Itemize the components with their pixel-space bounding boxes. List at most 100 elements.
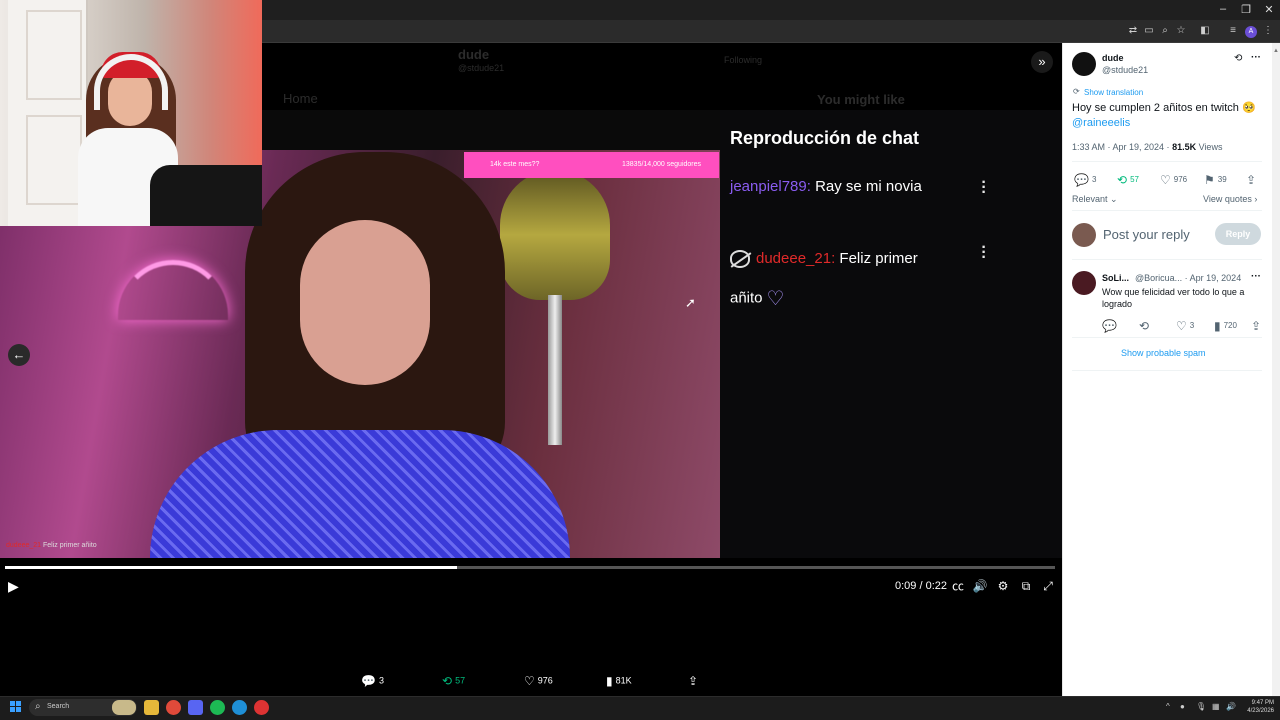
chat-text: Ray se mi novia <box>810 178 922 195</box>
picture-in-picture-icon[interactable]: ⧉ <box>1018 578 1034 594</box>
like-action[interactable]: ♡ 976 <box>1160 173 1187 187</box>
close-window-button[interactable]: ✕ <box>1262 3 1276 16</box>
zoom-icon[interactable]: ⌕ <box>1159 25 1171 37</box>
windows-start-icon[interactable] <box>10 701 22 713</box>
reply-sort-dropdown[interactable]: Relevant ⌄ <box>1072 194 1118 205</box>
reply-author-handle[interactable]: @Boricua... · Apr 19, 2024 <box>1135 273 1241 283</box>
chat-text: Feliz primer <box>835 250 918 267</box>
reply-repost-action[interactable]: ⟲ <box>1139 319 1152 333</box>
chat-message-menu-icon[interactable]: · · · <box>979 175 989 201</box>
maximize-button[interactable]: ❐ <box>1239 3 1253 16</box>
tweet-timestamp[interactable]: 1:33 AM · Apr 19, 2024 · <box>1072 142 1172 152</box>
more-options-icon[interactable]: ··· <box>1251 52 1261 63</box>
show-translation-link[interactable]: Show translation <box>1084 88 1143 97</box>
captions-icon[interactable]: ㏄ <box>950 578 966 594</box>
replies-stat[interactable]: 💬 3 <box>361 674 384 688</box>
share-action[interactable]: ⇪ <box>1246 173 1259 187</box>
repost-action[interactable]: ⟲ 57 <box>1117 173 1139 187</box>
divider <box>1072 370 1262 371</box>
view-quotes-link[interactable]: View quotes › <box>1203 194 1257 204</box>
cast-icon[interactable]: ▭ <box>1143 25 1155 37</box>
views-stat[interactable]: ▮ 81K <box>606 674 632 688</box>
reply-reply-action[interactable]: 💬 <box>1102 319 1120 333</box>
browser-menu-icon[interactable]: ⋮ <box>1262 25 1274 37</box>
chat-username: jeanpiel789: <box>730 178 811 195</box>
share-icon: ⇪ <box>1251 319 1262 333</box>
translate-page-icon[interactable]: ⇄ <box>1127 25 1139 37</box>
video-time: 0:09 / 0:22 <box>895 580 947 592</box>
previous-arrow-icon[interactable]: ← <box>8 344 30 366</box>
file-explorer-icon[interactable] <box>144 700 159 715</box>
reply-icon: 💬 <box>361 674 376 688</box>
chat-message: dudeee_21: Feliz primer <box>730 250 918 269</box>
collapse-panel-icon[interactable]: » <box>1031 51 1053 73</box>
search-highlight-icon[interactable] <box>112 700 136 715</box>
like-count: 976 <box>1173 175 1188 185</box>
heart-hands-emote-icon: ♡ <box>766 288 785 310</box>
reply-author-avatar[interactable] <box>1072 271 1096 295</box>
tray-chevron-icon[interactable]: ^ <box>1166 702 1170 711</box>
author-name[interactable]: dude <box>1102 53 1124 63</box>
reply-action[interactable]: 💬 3 <box>1074 173 1096 187</box>
show-probable-spam-link[interactable]: Show probable spam <box>1121 348 1206 358</box>
panel-scrollbar[interactable] <box>1272 43 1280 696</box>
reply-icon: 💬 <box>1102 319 1117 333</box>
sidebar-icon[interactable]: ≡ <box>1227 25 1239 37</box>
obs-icon[interactable] <box>254 700 269 715</box>
extensions-icon[interactable]: ◧ <box>1199 25 1211 37</box>
divider <box>1072 337 1262 338</box>
cam-door <box>8 0 88 226</box>
bookmark-icon: ⚑ <box>1204 173 1215 187</box>
chat-message-continued: añito ♡ <box>730 286 784 311</box>
bookmark-star-icon[interactable]: ☆ <box>1175 25 1187 37</box>
door-panel <box>26 10 82 100</box>
tray-app-icon[interactable]: ● <box>1180 702 1185 711</box>
tray-network-icon[interactable]: ▦ <box>1212 702 1220 711</box>
author-avatar[interactable] <box>1072 52 1096 76</box>
tweet-text: Hoy se cumplen 2 añitos en twitch 🥺 @rain… <box>1072 101 1267 131</box>
chat-message-menu-icon[interactable]: · · · <box>979 240 989 266</box>
goblet-stem <box>548 295 562 445</box>
current-user-avatar[interactable] <box>1072 223 1096 247</box>
divider <box>1072 161 1262 162</box>
reply-share-action[interactable]: ⇪ <box>1251 319 1264 333</box>
fullscreen-icon[interactable]: ⤢ <box>1040 578 1056 594</box>
analytics-icon: ▮ <box>606 674 613 688</box>
volume-icon[interactable]: 🔊 <box>972 578 988 594</box>
profile-avatar[interactable]: A <box>1245 26 1257 38</box>
reply-views-count: 720 <box>1223 321 1237 331</box>
chevron-right-icon: › <box>1251 194 1258 204</box>
video-progress-bar[interactable] <box>5 566 1055 569</box>
bookmark-action[interactable]: ⚑ 39 <box>1204 173 1227 187</box>
reply-author-name[interactable]: SoLi... <box>1102 273 1129 283</box>
chrome-icon[interactable] <box>166 700 181 715</box>
tweet-body: Hoy se cumplen 2 añitos en twitch 🥺 <box>1072 102 1256 114</box>
share-stat[interactable]: ⇪ <box>688 674 701 688</box>
streamer-face <box>300 220 430 385</box>
reply-input[interactable]: Post your reply <box>1103 227 1190 242</box>
author-handle[interactable]: @stdude21 <box>1102 65 1148 75</box>
taskbar-clock[interactable]: 9:47 PM 4/23/2026 <box>1244 699 1274 715</box>
tweet-views-count: 81.5K <box>1172 142 1197 152</box>
play-icon[interactable]: ▶ <box>8 578 22 594</box>
edge-icon[interactable] <box>232 700 247 715</box>
tweet-mention[interactable]: @raineeelis <box>1072 117 1130 129</box>
settings-gear-icon[interactable]: ⚙ <box>995 578 1011 594</box>
reply-like-action[interactable]: ♡ 3 <box>1176 319 1194 333</box>
taskbar-search-label: Search <box>47 703 70 710</box>
reposts-stat[interactable]: ⟲ 57 <box>442 674 465 688</box>
repost-icon: ⟲ <box>442 674 453 688</box>
discord-icon[interactable] <box>188 700 203 715</box>
tray-volume-icon[interactable]: 🔊 <box>1226 702 1236 711</box>
spotify-icon[interactable] <box>210 700 225 715</box>
chat-replay-title: Reproducción de chat <box>730 128 920 148</box>
reply-more-options-icon[interactable]: ··· <box>1251 271 1261 282</box>
grok-icon[interactable]: ⟲ <box>1234 53 1242 64</box>
reply-views-action[interactable]: ▮ 720 <box>1214 319 1237 333</box>
minimize-button[interactable]: – <box>1216 3 1230 15</box>
likes-stat[interactable]: ♡ 976 <box>524 674 553 688</box>
reply-button[interactable]: Reply <box>1215 223 1261 245</box>
tray-mic-icon[interactable]: 🎙 <box>1196 702 1206 711</box>
goblet-decor <box>500 170 610 300</box>
scroll-up-arrow-icon[interactable]: ▲ <box>1273 48 1279 54</box>
